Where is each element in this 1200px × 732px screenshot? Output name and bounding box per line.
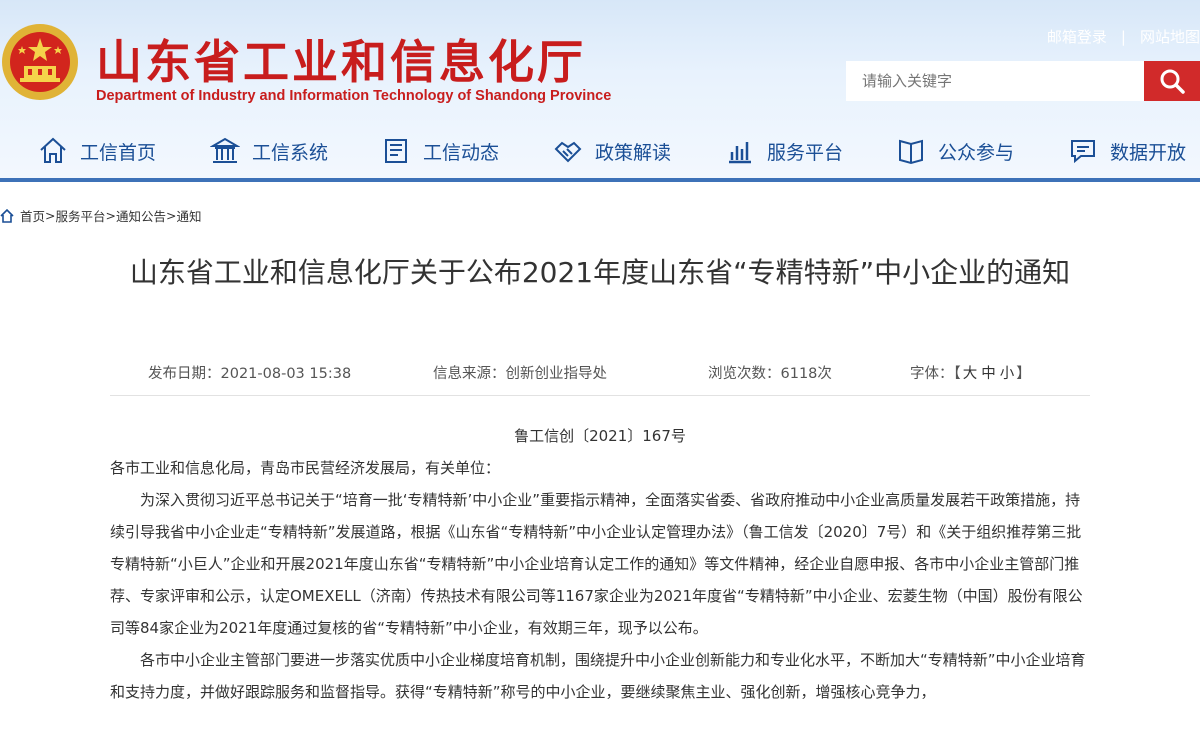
mailbox-login-link[interactable]: 邮箱登录 (1047, 26, 1107, 47)
top-links: 邮箱登录 | 网站地图 (1047, 26, 1200, 47)
chart-icon (729, 142, 751, 164)
view-count-label: 浏览次数： (708, 366, 781, 382)
nav-item-policy[interactable]: 政策解读 (553, 128, 671, 174)
meta-divider (110, 395, 1090, 396)
breadcrumb-home[interactable]: 首页 (20, 206, 45, 225)
salutation: 各市工业和信息化局，青岛市民营经济发展局，有关单位： (110, 459, 501, 477)
article-title: 山东省工业和信息化厅关于公布2021年度山东省“专精特新”中小企业的通知 (129, 256, 1071, 289)
font-bracket-close: 】 (1016, 366, 1031, 382)
search-button[interactable] (1144, 61, 1200, 101)
site-title[interactable]: 山东省工业和信息化厅 (96, 26, 586, 92)
font-bracket-open: 【 (953, 366, 961, 382)
nav-label: 服务平台 (767, 141, 844, 164)
nav-item-news[interactable]: 工信动态 (381, 128, 499, 174)
nav-item-data[interactable]: 数据开放 (1068, 128, 1186, 174)
breadcrumb-notice[interactable]: 通知 (177, 206, 202, 225)
sitemap-link[interactable]: 网站地图 (1140, 26, 1200, 47)
breadcrumb-notices[interactable]: 通知公告 (116, 206, 166, 225)
font-size-switcher: 字体：【大中小】 (910, 362, 1031, 383)
info-source: 信息来源：创新创业指导处 (433, 362, 607, 383)
document-number: 鲁工信创〔2021〕167号 (514, 427, 686, 445)
nav-label: 工信首页 (80, 141, 157, 164)
search-icon (1160, 69, 1185, 94)
home-icon (0, 208, 14, 223)
publish-date: 发布日期：2021-08-03 15:38 (148, 362, 351, 383)
site-header: 山东省工业和信息化厅 Department of Industry and In… (0, 0, 1200, 182)
site-subtitle: Department of Industry and Information T… (96, 88, 612, 104)
search-bar (846, 61, 1200, 101)
font-medium-button[interactable]: 中 (981, 366, 996, 382)
article-meta: 发布日期：2021-08-03 15:38 信息来源：创新创业指导处 浏览次数：… (0, 362, 1200, 382)
font-large-button[interactable]: 大 (963, 366, 978, 382)
breadcrumb: 首页 > 服务平台 > 通知公告 > 通知 (0, 206, 202, 225)
home-icon (40, 137, 66, 163)
nav-label: 工信系统 (252, 141, 329, 164)
breadcrumb-sep: > (166, 208, 177, 223)
font-size-label: 字体： (910, 366, 954, 382)
nav-item-service[interactable]: 服务平台 (725, 128, 843, 174)
breadcrumb-sep: > (45, 208, 56, 223)
nav-item-home[interactable]: 工信首页 (38, 128, 156, 174)
nav-item-public[interactable]: 公众参与 (896, 128, 1014, 174)
breadcrumb-sep: > (105, 208, 116, 223)
book-icon (899, 139, 923, 165)
publish-date-value: 2021-08-03 15:38 (220, 366, 352, 382)
search-input[interactable] (846, 61, 1144, 101)
paragraph: 各市中小企业主管部门要进一步落实优质中小企业梯度培育机制，围绕提升中小企业创新能… (110, 651, 1086, 701)
info-source-label: 信息来源： (433, 366, 506, 382)
link-separator: | (1120, 27, 1126, 46)
font-small-button[interactable]: 小 (1000, 366, 1015, 382)
nav-item-system[interactable]: 工信系统 (210, 128, 328, 174)
nav-label: 工信动态 (423, 141, 500, 164)
article-body: 鲁工信创〔2021〕167号 各市工业和信息化局，青岛市民营经济发展局，有关单位… (110, 420, 1090, 708)
building-icon (210, 137, 240, 163)
main-nav: 工信首页 工信系统 工信动态 政策解读 服务平台 公众参与 数据开放 (0, 128, 1200, 174)
breadcrumb-service[interactable]: 服务平台 (56, 206, 106, 225)
info-source-value: 创新创业指导处 (505, 366, 608, 382)
view-count-value: 6118次 (780, 366, 832, 382)
chat-icon (1071, 140, 1095, 164)
view-count: 浏览次数：6118次 (708, 362, 832, 383)
nav-label: 数据开放 (1110, 141, 1187, 164)
nav-label: 政策解读 (595, 141, 672, 164)
paragraph: 为深入贯彻习近平总书记关于“培育一批‘专精特新’中小企业”重要指示精神，全面落实… (110, 491, 1083, 637)
handshake-icon (554, 141, 582, 163)
document-icon (385, 139, 407, 163)
nav-label: 公众参与 (938, 141, 1015, 164)
publish-date-label: 发布日期： (148, 366, 221, 382)
national-emblem-icon (2, 24, 78, 100)
